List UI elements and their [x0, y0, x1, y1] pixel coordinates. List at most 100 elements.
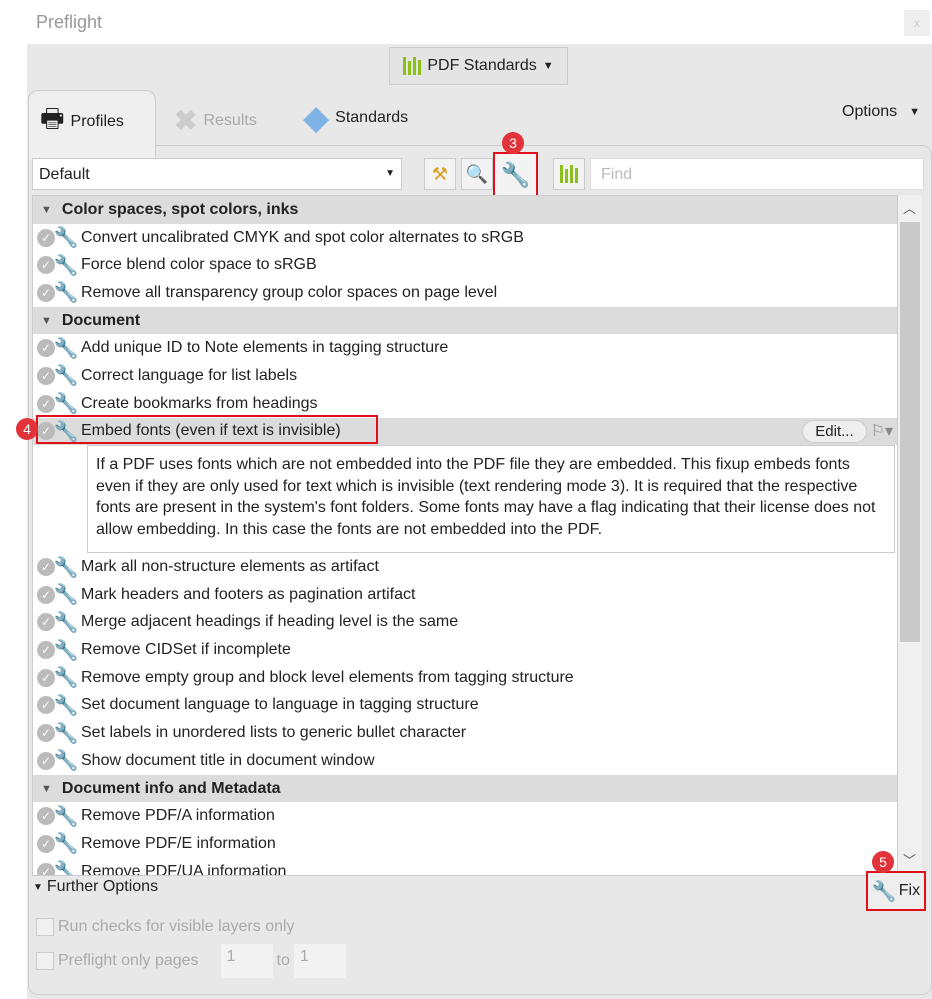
tab-label: Results — [203, 111, 257, 129]
section-title: Color spaces, spot colors, inks — [61, 200, 299, 218]
item-label: Correct language for list labels — [81, 366, 298, 384]
to-label: to — [276, 952, 290, 969]
wrench-icon: 🔧 — [53, 254, 79, 277]
only-pages-label: Preflight only pages — [58, 952, 199, 969]
item-label: Set labels in unordered lists to generic… — [81, 724, 467, 742]
section-header[interactable]: ▼ Color spaces, spot colors, inks — [33, 196, 897, 224]
list-item[interactable]: ✓ 🔧 Mark headers and footers as pagination… — [33, 581, 897, 609]
wrench-icon: 🔧 — [53, 861, 79, 876]
item-label: Add unique ID to Note elements in taggin… — [81, 339, 449, 357]
section-header[interactable]: ▼ Document info and Metadata — [33, 774, 897, 803]
list-item[interactable]: ✓ 🔧 Remove all transparency group color sp… — [33, 279, 897, 307]
further-options-toggle[interactable]: ▼ Further Options — [33, 878, 158, 896]
list-item[interactable]: ✓ 🔧 Convert uncalibrated CMYK and spot col… — [33, 224, 897, 252]
profile-tools-button[interactable]: ⚒ — [424, 158, 456, 190]
item-label: Mark all non-structure elements as artif… — [81, 558, 379, 576]
tab-label: Standards — [335, 109, 409, 126]
check-magnifier-icon: ✓ — [37, 696, 55, 715]
item-label: Remove CIDSet if incomplete — [81, 641, 291, 659]
step-badge-3: 3 — [502, 132, 524, 154]
flag-dropdown-icon[interactable]: ⚐▾ — [871, 421, 893, 441]
visible-layers-option[interactable]: Run checks for visible layers only — [36, 918, 295, 936]
section-title: Document — [61, 311, 141, 329]
profile-select-value: Default — [39, 166, 90, 183]
list-item[interactable]: ✓ 🔧 Merge adjacent headings if heading lev… — [33, 609, 897, 637]
visible-layers-checkbox[interactable] — [36, 918, 54, 936]
window-title: Preflight — [36, 12, 103, 32]
wrench-icon: 🔧 — [53, 833, 79, 856]
fixup-list: ▼ Color spaces, spot colors, inks ✓ 🔧 Conve… — [32, 195, 898, 876]
check-magnifier-icon: ✓ — [37, 394, 55, 413]
list-item[interactable]: ✓ 🔧 Correct language for list labels — [33, 362, 897, 390]
wrench-icon: 🔧 — [53, 365, 79, 388]
list-item[interactable]: ✓ 🔧 Show document title in document window — [33, 747, 897, 775]
list-item[interactable]: ✓ 🔧 Create bookmarks from headings — [33, 390, 897, 418]
wrench-icon: 🔧 — [53, 722, 79, 745]
page-from-input[interactable]: 1 — [220, 944, 273, 978]
item-label: Create bookmarks from headings — [81, 394, 318, 412]
list-item[interactable]: ✓ 🔧 Set labels in unordered lists to gener… — [33, 719, 897, 747]
only-pages-checkbox[interactable] — [36, 952, 54, 970]
checks-button[interactable]: 🔍 — [461, 158, 493, 190]
tab-label: Profiles — [70, 113, 124, 130]
step-badge-5: 5 — [872, 851, 894, 873]
wrench-icon: 🔧 — [53, 556, 79, 579]
list-item[interactable]: ✓ 🔧 Remove PDF/A information — [33, 802, 897, 830]
highlight-box — [36, 415, 378, 444]
tab-standards[interactable]: ◆ Standards — [303, 98, 408, 138]
wrench-icon: 🔧 — [500, 161, 531, 189]
page-to-input[interactable]: 1 — [293, 944, 346, 978]
check-magnifier-icon: ✓ — [37, 558, 55, 577]
list-item[interactable]: ✓ 🔧 Remove CIDSet if incomplete — [33, 636, 897, 664]
wrench-icon: 🔧 — [53, 337, 79, 360]
list-item[interactable]: ✓ 🔧 Set document language to language in t… — [33, 692, 897, 720]
item-label: Remove empty group and block level eleme… — [81, 668, 574, 686]
scroll-down-icon[interactable]: ﹀ — [903, 850, 916, 869]
check-magnifier-icon: ✓ — [37, 834, 55, 853]
list-item[interactable]: ✓ 🔧 Remove PDF/E information — [33, 830, 897, 858]
toolbox-icon: ⚒ — [431, 163, 449, 184]
printer-magnifier-icon: 🖶 — [40, 103, 65, 133]
tab-results[interactable]: ✖ Results — [174, 104, 257, 137]
list-item[interactable]: ✓ 🔧 Remove PDF/UA information — [33, 858, 897, 876]
profile-select[interactable]: Default ▼ — [32, 158, 402, 190]
pdf-standards-button[interactable]: PDF Standards ▼ — [389, 47, 568, 85]
check-magnifier-icon: ✓ — [37, 585, 55, 604]
visible-layers-label: Run checks for visible layers only — [58, 918, 295, 935]
chevron-down-icon: ▼ — [909, 106, 921, 118]
list-item[interactable]: ✓ 🔧 Remove empty group and block level ele… — [33, 664, 897, 692]
collapse-triangle-icon: ▼ — [41, 782, 52, 795]
collapse-triangle-icon: ▼ — [41, 314, 52, 327]
list-item[interactable]: ✓ 🔧 Force blend color space to sRGB — [33, 251, 897, 279]
section-header[interactable]: ▼ Document — [33, 306, 897, 335]
only-pages-option[interactable]: Preflight only pages 1 to 1 — [36, 944, 346, 978]
bar-chart-icon — [560, 165, 578, 183]
fix-button[interactable]: 🔧 Fix — [866, 871, 926, 911]
item-label: Convert uncalibrated CMYK and spot color… — [81, 228, 524, 246]
fixups-button[interactable]: 🔧 — [493, 152, 538, 198]
check-magnifier-icon: ✓ — [37, 283, 55, 302]
scroll-up-icon[interactable]: ︿ — [903, 198, 916, 217]
check-magnifier-icon: ✓ — [37, 256, 55, 275]
item-label: Remove PDF/E information — [81, 834, 276, 852]
options-label: Options — [842, 103, 898, 120]
check-magnifier-icon: ✓ — [37, 724, 55, 743]
item-label: Set document language to language in tag… — [81, 696, 479, 714]
find-input[interactable]: Find — [590, 158, 924, 190]
wrench-icon: 🔧 — [53, 584, 79, 607]
check-magnifier-icon: ✓ — [37, 807, 55, 826]
wrench-icon: 🔧 — [53, 694, 79, 717]
check-magnifier-icon: ✓ — [37, 613, 55, 632]
standards-library-button[interactable] — [553, 158, 585, 190]
results-x-icon: ✖ — [174, 105, 198, 136]
item-label: Remove PDF/UA information — [81, 862, 287, 876]
scrollbar-thumb[interactable] — [900, 222, 920, 642]
options-menu[interactable]: Options ▼ — [842, 103, 920, 121]
edit-button[interactable]: Edit... — [802, 419, 867, 443]
tab-profiles[interactable]: 🖶 Profiles — [40, 100, 124, 144]
fix-label: Fix — [898, 882, 921, 899]
close-button[interactable]: x — [904, 10, 930, 36]
list-item[interactable]: ✓ 🔧 Mark all non-structure elements as art… — [33, 553, 897, 581]
list-item[interactable]: ✓ 🔧 Add unique ID to Note elements in tagg… — [33, 334, 897, 362]
collapse-triangle-icon: ▼ — [33, 881, 43, 893]
